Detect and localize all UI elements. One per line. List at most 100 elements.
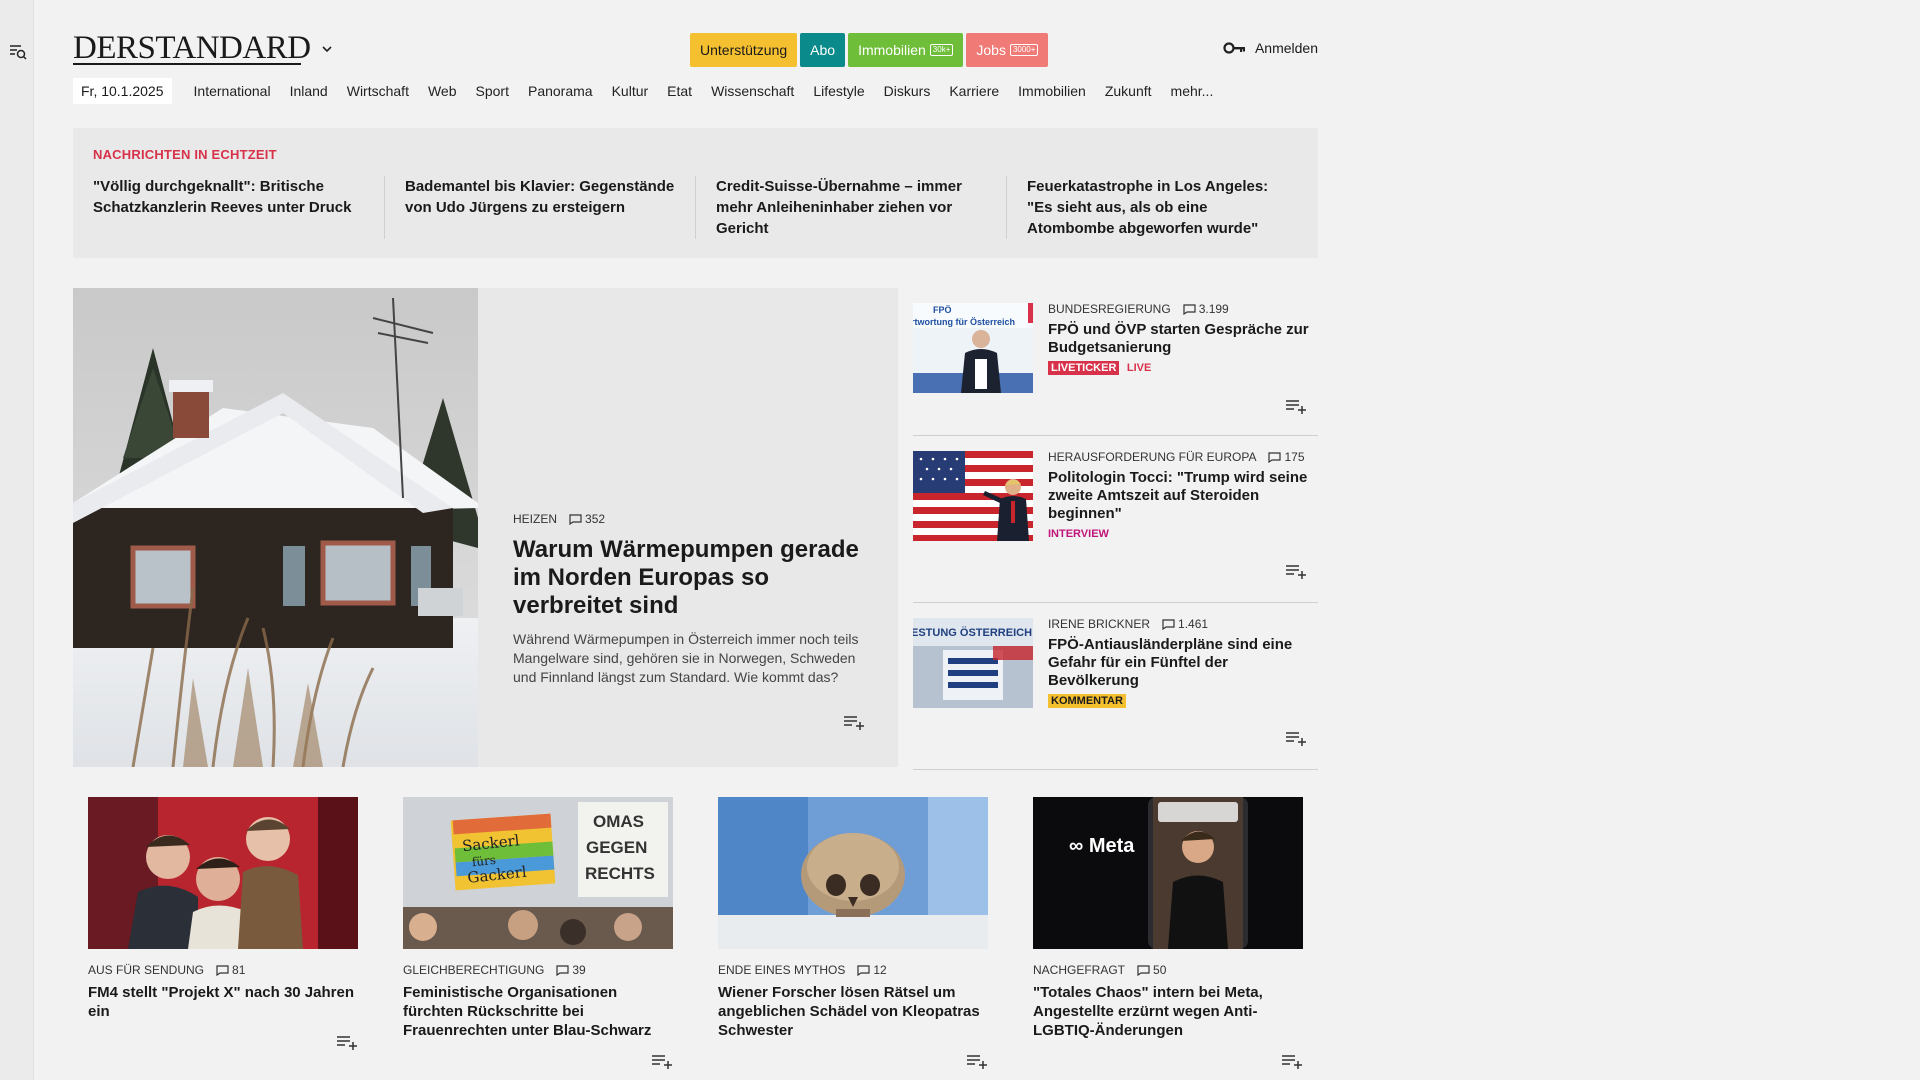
nav-item-immobilien[interactable]: Immobilien — [1008, 83, 1095, 99]
teaser-image[interactable] — [718, 797, 988, 949]
side-story-image[interactable]: ESTUNG ÖSTERREICH — [913, 618, 1033, 708]
add-to-list-icon[interactable] — [843, 714, 865, 730]
side-comments[interactable]: 175 — [1268, 450, 1305, 464]
teaser-image[interactable]: Sackerl fürs Gackerl OMAS GEGEN RECHTS — [403, 797, 673, 949]
immobilien-button[interactable]: Immobilien 30k+ — [848, 33, 964, 67]
teaser-image[interactable]: ∞ Meta — [1033, 797, 1303, 949]
skull-image — [718, 797, 988, 949]
teaser-comment-count: 81 — [232, 963, 246, 977]
side-comments[interactable]: 1.461 — [1162, 617, 1208, 631]
teaser-comments[interactable]: 39 — [556, 963, 586, 977]
teaser-card: AUS FÜR SENDUNG 81 FM4 stellt "Projekt X… — [88, 797, 358, 1080]
nav-item-sport[interactable]: Sport — [466, 83, 518, 99]
add-to-list-icon[interactable] — [651, 1053, 673, 1069]
teaser-kicker-label: ENDE EINES MYTHOS — [718, 963, 846, 977]
hero-text: HEIZEN 352 Warum Wärmepumpen gerade im N… — [513, 512, 873, 687]
ticker-label: NACHRICHTEN IN ECHTZEIT — [93, 147, 277, 162]
nav-item-karriere[interactable]: Karriere — [939, 83, 1008, 99]
side-title[interactable]: FPÖ-Antiausländerpläne sind eine Gefahr … — [1048, 636, 1318, 690]
nav-item-wissenschaft[interactable]: Wissenschaft — [701, 83, 803, 99]
teaser-title[interactable]: Feministische Organisationen fürchten Rü… — [403, 983, 673, 1040]
side-story-image[interactable]: FPÖ rtwortung für Österreich — [913, 303, 1033, 393]
side-story-image[interactable] — [913, 451, 1033, 541]
add-to-list-icon[interactable] — [966, 1053, 988, 1069]
add-to-list-icon[interactable] — [1281, 1053, 1303, 1069]
section-nav: Fr, 10.1.2025 International Inland Wirts… — [73, 77, 1222, 105]
hero-image[interactable] — [73, 288, 478, 767]
nav-item-more[interactable]: mehr... — [1161, 83, 1223, 99]
jobs-badge: 3000+ — [1009, 44, 1039, 56]
abo-button[interactable]: Abo — [800, 33, 846, 67]
live-label: LIVE — [1126, 362, 1152, 374]
ticker-item[interactable]: Bademantel bis Klavier: Gegenstände von … — [384, 176, 695, 239]
teaser-card: Sackerl fürs Gackerl OMAS GEGEN RECHTS G… — [403, 797, 673, 1080]
logo[interactable]: DERSTANDARD — [73, 30, 311, 67]
immobilien-label: Immobilien — [858, 42, 926, 58]
side-title[interactable]: Politologin Tocci: "Trump wird seine zwe… — [1048, 469, 1318, 523]
comment-icon — [1162, 618, 1175, 630]
fpo-poster-image: ESTUNG ÖSTERREICH — [913, 618, 1033, 708]
kommentar-badge: KOMMENTAR — [1048, 694, 1126, 708]
side-comment-count: 3.199 — [1198, 302, 1229, 316]
menu-search-icon[interactable] — [9, 43, 27, 61]
teaser-comments[interactable]: 12 — [857, 963, 887, 977]
teaser-kicker: NACHGEFRAGT 50 — [1033, 963, 1303, 977]
news-ticker: NACHRICHTEN IN ECHTZEIT "Völlig durchgek… — [73, 128, 1318, 258]
teaser-row: AUS FÜR SENDUNG 81 FM4 stellt "Projekt X… — [88, 797, 1303, 1080]
side-comments[interactable]: 3.199 — [1183, 302, 1229, 316]
add-to-list-icon[interactable] — [336, 1034, 358, 1050]
nav-item-diskurs[interactable]: Diskurs — [874, 83, 940, 99]
abo-label: Abo — [810, 42, 836, 58]
ticker-item[interactable]: "Völlig durchgeknallt": Britische Schatz… — [73, 176, 384, 239]
nav-item-web[interactable]: Web — [418, 83, 466, 99]
jobs-button[interactable]: Jobs 3000+ — [966, 33, 1049, 67]
poster-title-text: ESTUNG ÖSTERREICH — [913, 626, 1032, 639]
left-rail — [0, 0, 34, 1080]
ticker-items: "Völlig durchgeknallt": Britische Schatz… — [73, 176, 1318, 239]
nav-item-zukunft[interactable]: Zukunft — [1095, 83, 1161, 99]
teaser-title[interactable]: "Totales Chaos" intern bei Meta, Angeste… — [1033, 983, 1303, 1040]
teaser-kicker-label: GLEICHBERECHTIGUNG — [403, 963, 545, 977]
support-button[interactable]: Unterstützung — [690, 33, 798, 67]
add-to-list-icon[interactable] — [1285, 730, 1307, 746]
comment-icon — [1268, 451, 1282, 463]
teaser-comments[interactable]: 50 — [1137, 963, 1166, 977]
teaser-title[interactable]: Wiener Forscher lösen Rätsel um angeblic… — [718, 983, 988, 1040]
teaser-kicker-label: AUS FÜR SENDUNG — [88, 963, 205, 977]
nav-item-kultur[interactable]: Kultur — [602, 83, 658, 99]
comment-icon — [857, 964, 870, 976]
nav-item-etat[interactable]: Etat — [657, 83, 701, 99]
side-title[interactable]: FPÖ und ÖVP starten Gespräche zur Budget… — [1048, 321, 1318, 357]
nav-item-wirtschaft[interactable]: Wirtschaft — [337, 83, 418, 99]
nav-item-panorama[interactable]: Panorama — [518, 83, 602, 99]
side-kicker: BUNDESREGIERUNG 3.199 — [1048, 302, 1318, 316]
three-men-image — [88, 797, 358, 949]
comment-icon — [1137, 964, 1150, 976]
nav-item-international[interactable]: International — [184, 83, 280, 99]
ticker-item[interactable]: Credit-Suisse-Übernahme – immer mehr Anl… — [695, 176, 1006, 239]
comment-icon — [216, 964, 229, 976]
add-to-list-icon[interactable] — [1285, 398, 1307, 414]
ticker-item[interactable]: Feuerkatastrophe in Los Angeles: "Es sie… — [1006, 176, 1317, 239]
hero-title[interactable]: Warum Wärmepumpen gerade im Norden Europ… — [513, 536, 873, 620]
side-story-body: HERAUSFORDERUNG FÜR EUROPA 175 Politolog… — [1048, 450, 1318, 542]
add-to-list-icon[interactable] — [1285, 563, 1307, 579]
page: DERSTANDARD Unterstützung Abo Immobilien… — [73, 0, 1318, 1069]
hero-comments[interactable]: 352 — [569, 512, 605, 526]
teaser-image[interactable] — [88, 797, 358, 949]
meta-video-image: ∞ Meta — [1033, 797, 1303, 949]
nav-item-inland[interactable]: Inland — [280, 83, 337, 99]
side-kicker-label: IRENE BRICKNER — [1048, 617, 1151, 631]
chevron-down-icon[interactable] — [320, 42, 334, 56]
logo-underline — [73, 63, 301, 65]
omas-sign-line2: GEGEN — [586, 838, 647, 857]
teaser-card: ∞ Meta NACHGEFRAGT 50 "Totales Chaos" in… — [1033, 797, 1303, 1080]
teaser-title[interactable]: FM4 stellt "Projekt X" nach 30 Jahren ei… — [88, 983, 358, 1021]
protest-signs-image: Sackerl fürs Gackerl OMAS GEGEN RECHTS — [403, 797, 673, 949]
side-comment-count: 175 — [1284, 450, 1305, 464]
teaser-comments[interactable]: 81 — [216, 963, 245, 977]
login-button[interactable]: Anmelden — [1223, 40, 1318, 56]
comment-icon — [1183, 303, 1196, 315]
nav-item-lifestyle[interactable]: Lifestyle — [803, 83, 873, 99]
login-label: Anmelden — [1254, 40, 1318, 56]
